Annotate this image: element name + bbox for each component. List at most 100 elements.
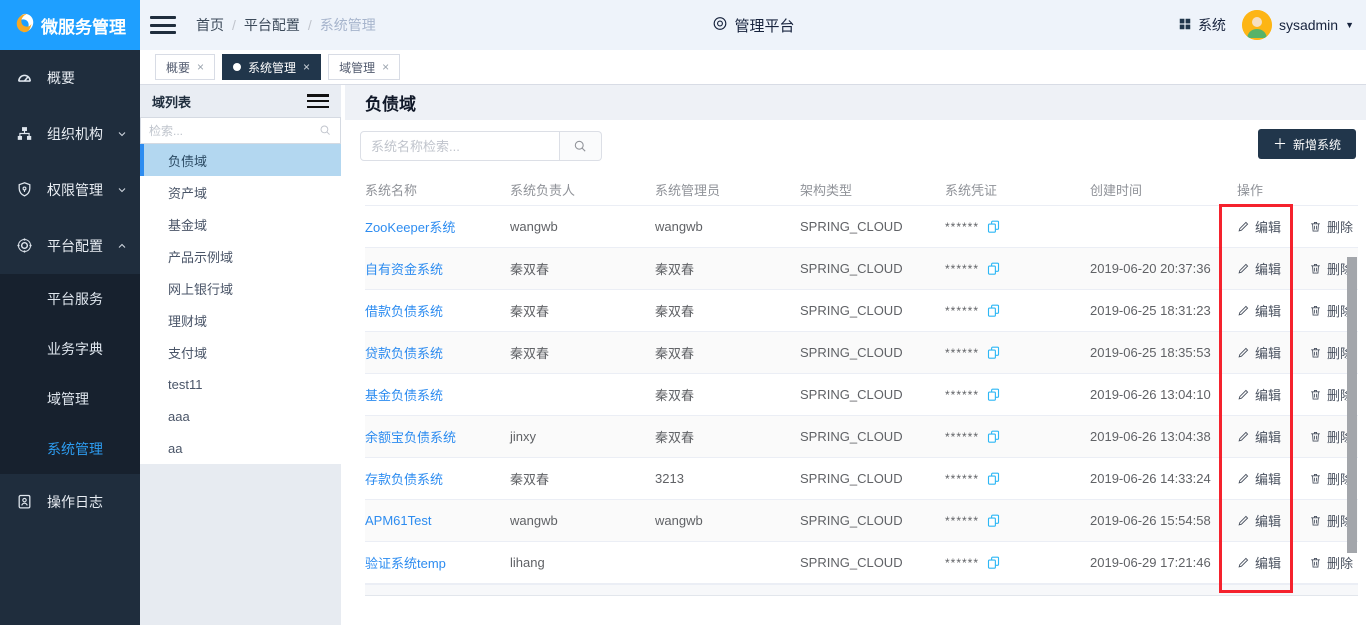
edit-button[interactable]: 编辑 [1237, 469, 1281, 488]
domain-panel-title: 域列表 [152, 92, 191, 111]
credential-cell: ****** [945, 471, 1090, 486]
system-owner-cell: 秦双春 [510, 343, 655, 362]
table-row: ZooKeeper系统 wangwb wangwb SPRING_CLOUD *… [365, 206, 1358, 248]
edit-button[interactable]: 编辑 [1237, 553, 1281, 572]
arch-type-cell: SPRING_CLOUD [800, 345, 945, 360]
sidebar-subitem[interactable]: 平台服务 [0, 274, 140, 324]
credential-mask: ****** [945, 388, 979, 402]
edit-button[interactable]: 编辑 [1237, 427, 1281, 446]
sidebar-submenu: 平台服务 业务字典 域管理 系统管理 [0, 274, 140, 474]
credential-mask: ****** [945, 304, 979, 318]
edit-button[interactable]: 编辑 [1237, 385, 1281, 404]
search-icon [319, 124, 332, 137]
sidebar-subitem[interactable]: 域管理 [0, 374, 140, 424]
copy-icon[interactable] [986, 261, 1001, 276]
plus-icon: ＋ [1273, 134, 1287, 154]
domain-list-item[interactable]: test11 [140, 368, 341, 400]
sidebar-item-org[interactable]: 组织机构 [0, 106, 140, 162]
chevron-down-icon [116, 184, 128, 196]
tab[interactable]: 域管理 × [328, 54, 400, 80]
menu-collapse-icon[interactable] [150, 16, 176, 34]
toolbar: ＋ 新增系统 [345, 120, 1366, 173]
tab-close-icon[interactable]: × [382, 60, 389, 74]
system-owner-cell: wangwb [510, 219, 655, 234]
delete-button[interactable]: 删除 [1309, 553, 1353, 572]
breadcrumb-platform-config[interactable]: 平台配置 [244, 15, 300, 35]
sidebar-item-dashboard[interactable]: 概要 [0, 50, 140, 106]
copy-icon[interactable] [986, 513, 1001, 528]
system-name-link[interactable]: 基金负债系统 [365, 388, 443, 403]
tab[interactable]: 系统管理 × [222, 54, 321, 80]
copy-icon[interactable] [986, 387, 1001, 402]
system-owner-cell: 秦双春 [510, 301, 655, 320]
created-time-cell: 2019-06-26 15:54:58 [1090, 513, 1237, 528]
domain-list-item[interactable]: 网上银行域 [140, 272, 341, 304]
domain-list-item[interactable]: 支付域 [140, 336, 341, 368]
sidebar-subitem[interactable]: 业务字典 [0, 324, 140, 374]
system-name-link[interactable]: 存款负债系统 [365, 472, 443, 487]
column-header: 系统名称 [365, 180, 510, 199]
domain-list-item[interactable]: 理财域 [140, 304, 341, 336]
copy-icon[interactable] [986, 219, 1001, 234]
domain-search-input[interactable] [149, 124, 319, 138]
domain-list-item[interactable]: aaa [140, 400, 341, 432]
system-name-link[interactable]: 自有资金系统 [365, 262, 443, 277]
system-name-link[interactable]: 验证系统temp [365, 556, 446, 571]
panel-collapse-icon[interactable] [307, 94, 329, 108]
platform-title: 管理平台 [711, 15, 794, 36]
system-menu-button[interactable]: 系统 [1178, 15, 1226, 35]
app-window: 微服务管理 首页 / 平台配置 / 系统管理 管理平台 系统 [0, 0, 1366, 625]
edit-button[interactable]: 编辑 [1237, 343, 1281, 362]
sidebar-item-shield[interactable]: 权限管理 [0, 162, 140, 218]
credential-mask: ****** [945, 220, 979, 234]
edit-button[interactable]: 编辑 [1237, 301, 1281, 320]
system-name-link[interactable]: ZooKeeper系统 [365, 220, 455, 235]
system-name-link[interactable]: APM61Test [365, 513, 431, 528]
domain-list-item[interactable]: 资产域 [140, 176, 341, 208]
column-header: 系统管理员 [655, 180, 800, 199]
credential-cell: ****** [945, 555, 1090, 570]
system-name-link[interactable]: 余额宝负债系统 [365, 430, 456, 445]
credential-cell: ****** [945, 303, 1090, 318]
copy-icon[interactable] [986, 555, 1001, 570]
sidebar-subitem[interactable]: 系统管理 [0, 424, 140, 474]
tab-close-icon[interactable]: × [303, 60, 310, 74]
domain-list-item[interactable]: 基金域 [140, 208, 341, 240]
copy-icon[interactable] [986, 345, 1001, 360]
edit-button[interactable]: 编辑 [1237, 217, 1281, 236]
system-name-link[interactable]: 借款负债系统 [365, 304, 443, 319]
system-search-input[interactable] [360, 131, 560, 161]
row-actions: 编辑 删除 [1237, 343, 1358, 362]
tab[interactable]: 概要 × [155, 54, 215, 80]
system-admin-cell: wangwb [655, 513, 800, 528]
add-system-button[interactable]: ＋ 新增系统 [1258, 129, 1356, 159]
top-header: 微服务管理 首页 / 平台配置 / 系统管理 管理平台 系统 [0, 0, 1366, 50]
created-time-cell: 2019-06-26 13:04:10 [1090, 387, 1237, 402]
delete-button[interactable]: 删除 [1309, 217, 1353, 236]
vertical-scrollbar-thumb[interactable] [1347, 257, 1357, 553]
domain-list-item[interactable]: aa [140, 432, 341, 464]
sidebar-item-log[interactable]: 操作日志 [0, 474, 140, 530]
arch-type-cell: SPRING_CLOUD [800, 429, 945, 444]
search-button[interactable] [560, 131, 602, 161]
column-header: 操作 [1237, 180, 1358, 199]
user-menu-button[interactable]: sysadmin ▼ [1242, 10, 1354, 40]
edit-button[interactable]: 编辑 [1237, 511, 1281, 530]
gear-icon [16, 237, 34, 255]
tab-close-icon[interactable]: × [197, 60, 204, 74]
copy-icon[interactable] [986, 303, 1001, 318]
system-admin-cell: 秦双春 [655, 343, 800, 362]
edit-button[interactable]: 编辑 [1237, 259, 1281, 278]
copy-icon[interactable] [986, 471, 1001, 486]
domain-list-item[interactable]: 负债域 [140, 144, 341, 176]
table-body: ZooKeeper系统 wangwb wangwb SPRING_CLOUD *… [365, 206, 1358, 584]
domain-list-item[interactable]: 产品示例域 [140, 240, 341, 272]
grid-icon [1178, 17, 1192, 34]
table-row: 存款负债系统 秦双春 3213 SPRING_CLOUD ****** 2019… [365, 458, 1358, 500]
breadcrumb-home[interactable]: 首页 [196, 15, 224, 35]
system-name-link[interactable]: 贷款负债系统 [365, 346, 443, 361]
copy-icon[interactable] [986, 429, 1001, 444]
arch-type-cell: SPRING_CLOUD [800, 513, 945, 528]
app-logo: 微服务管理 [0, 0, 140, 50]
sidebar-item-gear[interactable]: 平台配置 [0, 218, 140, 274]
